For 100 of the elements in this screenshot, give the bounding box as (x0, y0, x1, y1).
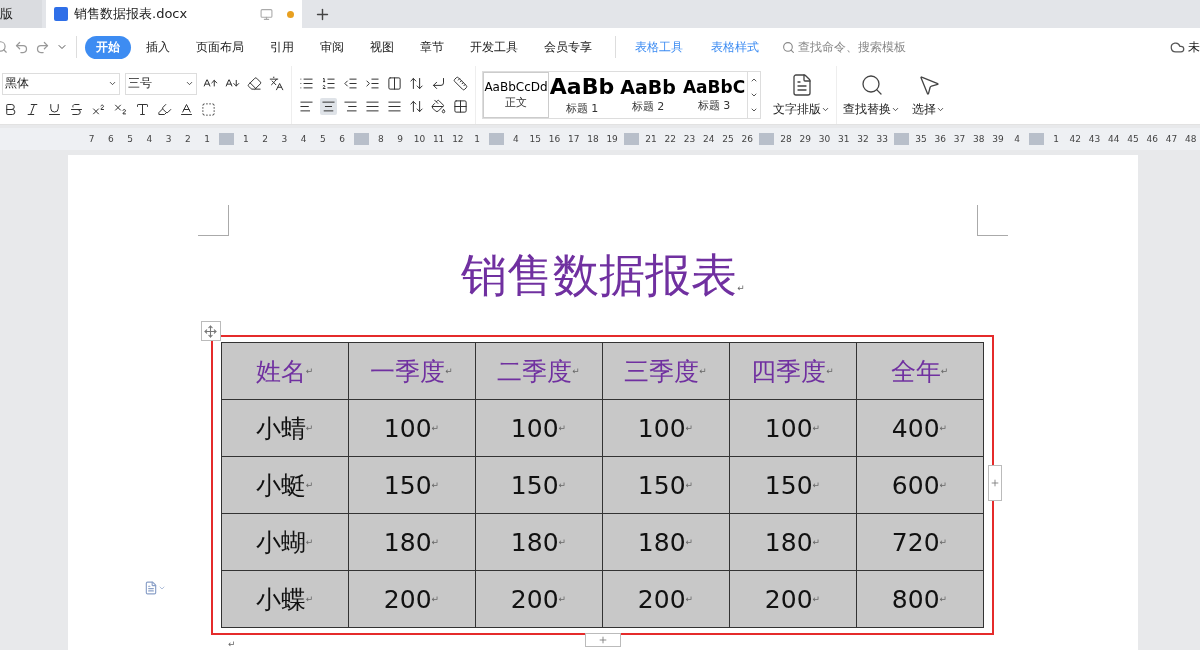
ribbon-button[interactable]: 查找替换 (837, 66, 906, 124)
command-search-field[interactable]: 查找命令、搜索模板 (782, 38, 906, 56)
table-cell: 小蜓↵ (221, 457, 349, 514)
table-cell: 180↵ (348, 514, 476, 571)
redo-icon[interactable] (35, 39, 50, 55)
ruler-marker[interactable] (623, 133, 640, 145)
menu-tab[interactable]: 表格工具 (624, 35, 694, 59)
indent-icon[interactable] (364, 75, 381, 92)
ruler-number: 16 (547, 134, 562, 144)
menu-tab[interactable]: 插入 (135, 35, 181, 59)
paragraph-mark-icon[interactable] (430, 75, 447, 92)
ruler-number: 12 (451, 134, 465, 144)
style-option[interactable]: AaBbC 标题 3 (681, 72, 747, 118)
table-cell: 200↵ (475, 571, 603, 628)
menu-tab[interactable]: 章节 (409, 35, 455, 59)
ruler-number: 28 (779, 134, 793, 144)
align-right-icon[interactable] (342, 98, 359, 115)
ruler-number: 2 (261, 134, 269, 144)
caret-icon[interactable] (185, 79, 194, 88)
style-option[interactable]: AaBbCcDd 正文 (483, 72, 549, 118)
undo-icon[interactable] (14, 39, 29, 55)
menu-tab[interactable]: 开发工具 (459, 35, 529, 59)
sync-status[interactable]: 未 (1188, 38, 1200, 56)
ruler-number: 19 (605, 134, 619, 144)
scroll-down-icon[interactable] (750, 91, 758, 99)
menu-tab[interactable]: 审阅 (309, 35, 355, 59)
ruler-number: 10 (412, 134, 427, 144)
table-cell: 100↵ (729, 400, 857, 457)
table-cell: 小蝴↵ (221, 514, 349, 571)
ruler-number: 38 (972, 134, 986, 144)
ruler-number: 5 (318, 134, 327, 144)
table-cell: 150↵ (729, 457, 857, 514)
table-cell: 150↵ (348, 457, 476, 514)
ruler-number: 21 (644, 134, 658, 144)
font-family-select[interactable]: 黑体 (2, 72, 120, 95)
ruler-number: 26 (740, 134, 754, 144)
ruler-marker[interactable] (353, 133, 370, 145)
margin-corner (198, 205, 229, 236)
ruler-number: 24 (701, 134, 716, 144)
numbered-list-icon[interactable] (320, 75, 337, 92)
document-tab[interactable]: 销售数据报表.docx (46, 0, 302, 28)
line-spacing-icon[interactable] (408, 98, 425, 115)
ruler-number: 31 (837, 134, 851, 144)
ruler-number: 46 (1145, 134, 1159, 144)
char-border-icon[interactable] (200, 100, 217, 118)
caret-icon[interactable] (108, 79, 117, 88)
menu-tab[interactable]: 会员专享 (533, 35, 603, 59)
ruler-number: 33 (875, 134, 889, 144)
menu-tab[interactable]: 表格样式 (700, 35, 770, 59)
font-size-select[interactable]: 三号 (125, 72, 197, 95)
outdent-icon[interactable] (342, 75, 359, 92)
menu-tab[interactable]: 引用 (259, 35, 305, 59)
ruler-number: 43 (1087, 134, 1102, 144)
justify-icon[interactable] (364, 98, 381, 115)
ribbon-button[interactable]: 选择 (906, 66, 951, 124)
style-option[interactable]: AaBb 标题 1 (549, 72, 615, 118)
ruler-marker[interactable] (218, 133, 235, 145)
ruler-number: 1 (473, 134, 481, 144)
ruler-number: 36 (933, 134, 947, 144)
menu-tab[interactable]: 页面布局 (185, 35, 255, 59)
align-center-icon[interactable] (320, 98, 337, 115)
header-cell: 三季度↵ (602, 343, 730, 400)
move-table-icon[interactable] (200, 321, 221, 341)
ruler-number: 42 (1068, 134, 1083, 144)
shading-icon[interactable] (430, 98, 447, 115)
bullet-list-icon[interactable] (298, 75, 315, 92)
table-cell: 400↵ (856, 400, 984, 457)
document-icon[interactable] (144, 581, 166, 595)
distribute-icon[interactable] (386, 98, 403, 115)
ruler-number: 11 (431, 134, 446, 144)
ruler-marker[interactable] (758, 133, 775, 145)
ruler-number: 48 (1184, 134, 1198, 144)
header-cell: 姓名↵ (221, 343, 349, 400)
ruler-marker[interactable] (488, 133, 505, 145)
ruler-number: 17 (566, 134, 581, 144)
ruler-number: 25 (721, 134, 735, 144)
cloud-icon[interactable] (1170, 39, 1185, 55)
table-cell: 600↵ (856, 457, 984, 514)
ruler-number: 1 (242, 134, 250, 144)
ruler-number: 1 (203, 134, 211, 144)
style-option[interactable]: AaBb 标题 2 (615, 72, 681, 118)
document-tab[interactable]: 版 (0, 0, 42, 28)
menu-tab[interactable]: 视图 (359, 35, 405, 59)
borders-icon[interactable] (452, 98, 469, 115)
ruler-number: 5 (126, 134, 134, 144)
ruler-marker[interactable] (893, 133, 910, 145)
ruler-number: 47 (1164, 134, 1179, 144)
ruler-number: 30 (817, 134, 832, 144)
ribbon-button[interactable]: 文字排版 (767, 66, 837, 124)
table-cell: 100↵ (348, 400, 476, 457)
align-left-icon[interactable] (298, 98, 315, 115)
ruler-marker[interactable] (1028, 133, 1045, 145)
table-cell: 200↵ (602, 571, 730, 628)
phonetic-icon[interactable] (268, 75, 285, 92)
table-cell: 720↵ (856, 514, 984, 571)
ruler-icon[interactable] (452, 75, 469, 92)
table-cell: 200↵ (729, 571, 857, 628)
document-title: 销售数据报表↵ (461, 247, 745, 304)
eraser-icon[interactable] (246, 75, 263, 92)
sort-icon[interactable] (408, 75, 425, 92)
